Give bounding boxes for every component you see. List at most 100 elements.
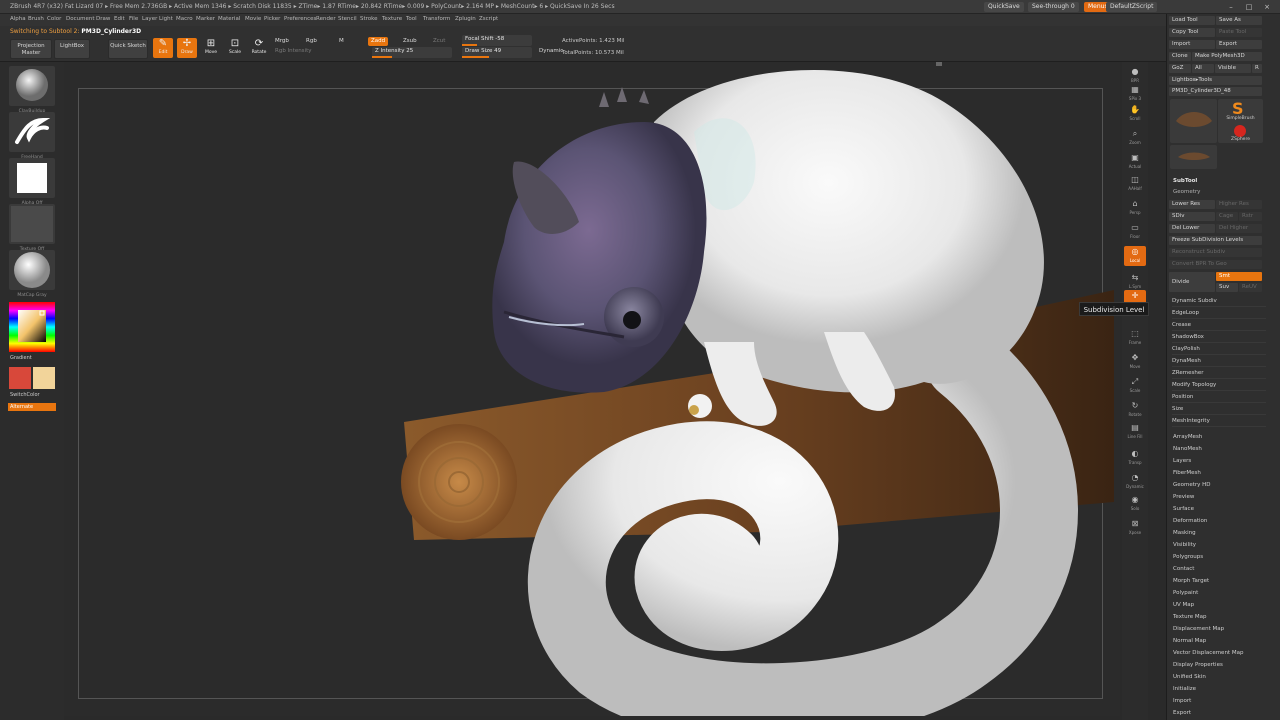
divide-button[interactable]: Divide — [1169, 272, 1215, 292]
menu-movie[interactable]: Movie — [245, 16, 261, 22]
tool-subpalette-item[interactable]: Import — [1173, 698, 1191, 704]
tool-subpalette-item[interactable]: Deformation — [1173, 518, 1207, 524]
tool-subpalette-item[interactable]: Geometry HD — [1173, 482, 1211, 488]
right-tool-actual[interactable]: ▣ Actual — [1124, 152, 1146, 172]
quick-sketch-button[interactable]: Quick Sketch — [108, 39, 148, 59]
right-tool-frame[interactable]: ⬚ Frame — [1124, 328, 1146, 348]
tool-subpalette-item[interactable]: Unified Skin — [1173, 674, 1206, 680]
right-tool-aahalf[interactable]: ◫ AAHalf — [1124, 174, 1146, 194]
menu-tool[interactable]: Tool — [406, 16, 417, 22]
chameleon-model[interactable] — [64, 62, 1120, 716]
geometry-item[interactable]: MeshIntegrity — [1172, 416, 1266, 427]
freeze-subdivision-button[interactable]: Freeze SubDivision Levels — [1169, 236, 1262, 245]
rotate-button[interactable]: ⟳ Rotate — [249, 38, 269, 58]
tool-subpalette-item[interactable]: UV Map — [1173, 602, 1194, 608]
geometry-item[interactable]: ZRemesher — [1172, 368, 1266, 379]
geometry-item[interactable]: Position — [1172, 392, 1266, 403]
rstr-button[interactable]: Rstr — [1239, 212, 1262, 221]
right-tool-zoom[interactable]: ⌕ Zoom — [1124, 128, 1146, 148]
tool-subpalette-item[interactable]: Visibility — [1173, 542, 1196, 548]
right-tool-rotate[interactable]: ↻ Rotate — [1124, 400, 1146, 420]
menu-picker[interactable]: Picker — [264, 16, 280, 22]
tool-subpalette-item[interactable]: Masking — [1173, 530, 1196, 536]
menu-zplugin[interactable]: Zplugin — [455, 16, 476, 22]
menu-alpha[interactable]: Alpha — [10, 16, 26, 22]
gradient-label[interactable]: Gradient — [10, 355, 32, 361]
right-tool-solo[interactable]: ◉ Solo — [1124, 494, 1146, 514]
menu-draw[interactable]: Draw — [96, 16, 110, 22]
menu-render[interactable]: Render — [316, 16, 336, 22]
paste-tool-button[interactable]: Paste Tool — [1216, 28, 1262, 37]
rgb-toggle[interactable]: Rgb — [303, 37, 320, 46]
switchcolor-button[interactable]: SwitchColor — [10, 392, 40, 398]
secondary-color-swatch[interactable] — [33, 367, 55, 389]
cage-button[interactable]: Cage — [1216, 212, 1238, 221]
menu-preferences[interactable]: Preferences — [284, 16, 316, 22]
right-tool-linefill[interactable]: ▤ Line Fill — [1124, 422, 1146, 442]
tool-subpalette-item[interactable]: Morph Target — [1173, 578, 1209, 584]
right-tool-lsym[interactable]: ⇆ L.Sym — [1124, 272, 1146, 292]
close-icon[interactable]: × — [1262, 2, 1272, 12]
minimize-icon[interactable]: – — [1226, 2, 1236, 12]
tool-subpalette-item[interactable]: Layers — [1173, 458, 1191, 464]
tool-subpalette-item[interactable]: Polypaint — [1173, 590, 1198, 596]
brush-selector[interactable]: ClayBuildup — [9, 66, 55, 114]
clone-button[interactable]: Clone — [1169, 52, 1191, 61]
right-tool-persp[interactable]: ⌂ Persp — [1124, 198, 1146, 218]
tool-subpalette-item[interactable]: Contact — [1173, 566, 1194, 572]
m-toggle[interactable]: M — [336, 37, 347, 46]
menu-document[interactable]: Document — [66, 16, 95, 22]
tool-thumb-cylinder[interactable] — [1170, 145, 1217, 169]
menu-edit[interactable]: Edit — [114, 16, 125, 22]
tool-subpalette-item[interactable]: Initialize — [1173, 686, 1196, 692]
geometry-header[interactable]: Geometry — [1170, 188, 1262, 197]
menu-material[interactable]: Material — [218, 16, 240, 22]
smt-toggle[interactable]: Smt — [1216, 272, 1262, 281]
lightbox-tools-button[interactable]: Lightbox▸Tools — [1169, 76, 1262, 85]
geometry-item[interactable]: DynaMesh — [1172, 356, 1266, 367]
projection-master-button[interactable]: Projection Master — [10, 39, 52, 59]
geometry-item[interactable]: ClayPolish — [1172, 344, 1266, 355]
focal-shift-slider[interactable]: Focal Shift -58 — [462, 35, 532, 46]
tool-subpalette-item[interactable]: Texture Map — [1173, 614, 1207, 620]
geometry-item[interactable]: ShadowBox — [1172, 332, 1266, 343]
right-tool-floor[interactable]: ▭ Floor — [1124, 222, 1146, 242]
suv-toggle[interactable]: Suv — [1216, 283, 1238, 292]
zcut-toggle[interactable]: Zcut — [430, 37, 448, 46]
save-as-button[interactable]: Save As — [1216, 16, 1262, 25]
menu-stroke[interactable]: Stroke — [360, 16, 378, 22]
right-tool-transp[interactable]: ◐ Transp — [1124, 448, 1146, 468]
quicksave-button[interactable]: QuickSave — [984, 2, 1024, 12]
tool-subpalette-item[interactable]: Preview — [1173, 494, 1194, 500]
document-canvas[interactable] — [64, 62, 1120, 716]
right-tool-scale[interactable]: ⤢ Scale — [1124, 376, 1146, 396]
lower-res-button[interactable]: Lower Res — [1169, 200, 1215, 209]
geometry-item[interactable]: Modify Topology — [1172, 380, 1266, 391]
right-tool-move[interactable]: ✥ Move — [1124, 352, 1146, 372]
alpha-selector[interactable]: Alpha Off — [9, 158, 55, 206]
menu-color[interactable]: Color — [47, 16, 61, 22]
tool-subpalette-item[interactable]: ArrayMesh — [1173, 434, 1202, 440]
visible-button[interactable]: Visible — [1215, 64, 1251, 73]
menu-file[interactable]: File — [129, 16, 138, 22]
texture-selector[interactable]: Texture Off — [9, 204, 55, 252]
reconstruct-subdiv-button[interactable]: Reconstruct Subdiv — [1169, 248, 1262, 257]
menu-transform[interactable]: Transform — [423, 16, 450, 22]
maximize-icon[interactable]: □ — [1244, 2, 1254, 12]
del-lower-button[interactable]: Del Lower — [1169, 224, 1215, 233]
tool-subpalette-item[interactable]: Polygroups — [1173, 554, 1203, 560]
menu-zscript[interactable]: Zscript — [479, 16, 498, 22]
r-button[interactable]: R — [1252, 64, 1262, 73]
see-through-slider[interactable]: See-through 0 — [1028, 2, 1079, 12]
higher-res-button[interactable]: Higher Res — [1216, 200, 1262, 209]
tool-subpalette-item[interactable]: Vector Displacement Map — [1173, 650, 1243, 656]
del-higher-button[interactable]: Del Higher — [1216, 224, 1262, 233]
sdiv-slider[interactable]: SDiv — [1169, 212, 1215, 221]
alternate-button[interactable]: Alternate — [8, 403, 56, 411]
make-polymesh-button[interactable]: Make PolyMesh3D — [1192, 52, 1262, 61]
menu-macro[interactable]: Macro — [176, 16, 193, 22]
main-color-swatch[interactable] — [9, 367, 31, 389]
menu-marker[interactable]: Marker — [196, 16, 215, 22]
mrgb-toggle[interactable]: Mrgb — [272, 37, 292, 46]
menu-light[interactable]: Light — [159, 16, 173, 22]
